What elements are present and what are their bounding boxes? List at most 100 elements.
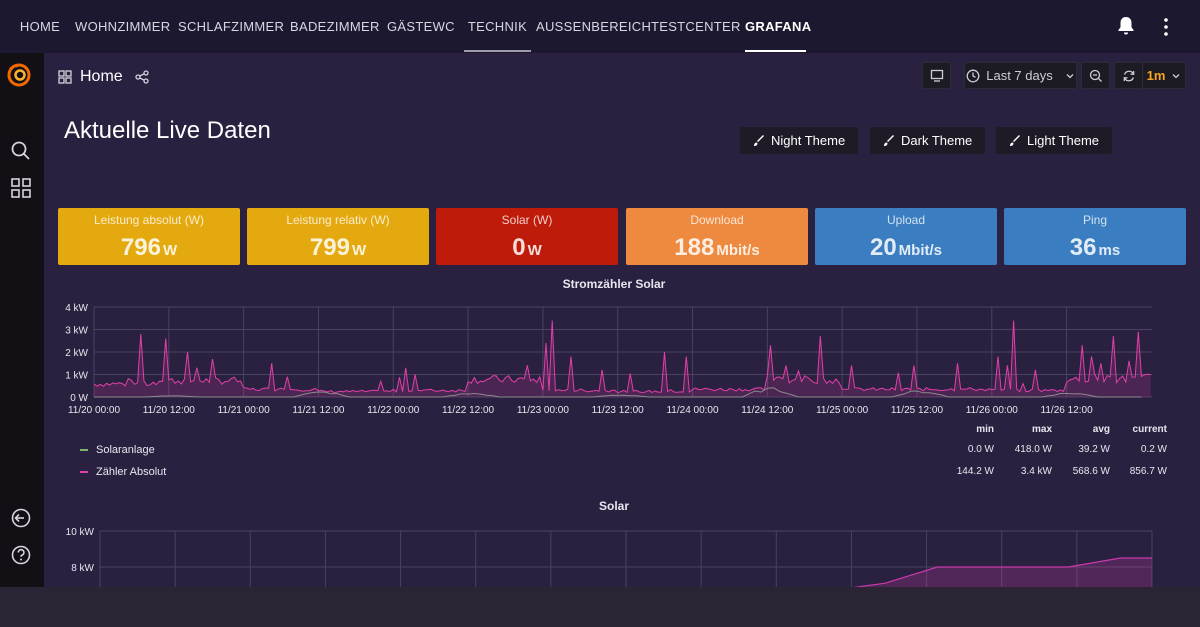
- nav-tab-home[interactable]: HOME: [19, 0, 61, 53]
- legend-series-name: Solaranlage: [96, 444, 155, 456]
- dashboards-icon[interactable]: [10, 177, 32, 199]
- nav-tab-label: WOHNZIMMER: [75, 19, 171, 34]
- x-tick-label: 11/22 00:00: [367, 405, 420, 416]
- nav-tab-label: SCHLAFZIMMER: [178, 19, 285, 34]
- night-theme-button[interactable]: Night Theme: [740, 127, 859, 154]
- x-tick-label: 11/24 00:00: [666, 405, 719, 416]
- page-title: Aktuelle Live Daten: [64, 117, 271, 144]
- stat-label: Solar (W): [501, 213, 553, 227]
- bell-icon[interactable]: [1117, 16, 1135, 36]
- refresh-button[interactable]: [1114, 62, 1142, 89]
- light-theme-button[interactable]: Light Theme: [996, 127, 1113, 154]
- tab-underline: [464, 50, 531, 52]
- stat-panel[interactable]: Upload 20 Mbit/s: [815, 208, 997, 265]
- refresh-interval-picker[interactable]: 1m: [1142, 62, 1186, 89]
- stat-number: 188: [674, 234, 715, 261]
- nav-tab-schlafzimmer[interactable]: SCHLAFZIMMER: [178, 0, 284, 53]
- stat-unit: ms: [1098, 242, 1121, 259]
- brush-icon: [754, 134, 764, 146]
- y-tick-label: 8 kW: [71, 563, 94, 574]
- y-tick-label: 0 W: [70, 393, 88, 404]
- y-tick-label: 2 kW: [65, 348, 88, 359]
- clock-icon: [966, 69, 980, 82]
- stat-unit: W: [527, 242, 542, 259]
- nav-tab-wohnzimmer[interactable]: WOHNZIMMER: [75, 0, 170, 53]
- kebab-menu-icon[interactable]: [1160, 17, 1172, 37]
- x-tick-label: 11/23 12:00: [592, 405, 645, 416]
- nav-tab-grafana[interactable]: GRAFANA: [745, 0, 811, 53]
- legend-swatch: [80, 471, 88, 473]
- stat-value: 20 Mbit/s: [815, 234, 997, 262]
- stat-number: 36: [1069, 234, 1097, 261]
- time-range-label: Last 7 days: [986, 68, 1053, 83]
- x-tick-label: 11/21 00:00: [218, 405, 271, 416]
- solar-chart[interactable]: 10 kW 8 kW: [44, 515, 1200, 587]
- tv-mode-button[interactable]: [922, 62, 951, 89]
- nav-tab-badezimmer[interactable]: BADEZIMMER: [290, 0, 379, 53]
- stat-label: Upload: [886, 213, 926, 227]
- nav-tab-label: GRAFANA: [745, 19, 812, 34]
- x-tick-label: 11/25 00:00: [816, 405, 869, 416]
- breadcrumb: Home: [58, 67, 149, 87]
- x-tick-label: 11/24 12:00: [741, 405, 794, 416]
- stat-number: 20: [869, 234, 897, 261]
- zoom-out-button[interactable]: [1081, 62, 1110, 89]
- help-icon[interactable]: [10, 544, 32, 566]
- legend-item[interactable]: Solaranlage: [80, 443, 155, 457]
- search-icon[interactable]: [10, 140, 32, 162]
- refresh-icon: [1123, 70, 1134, 81]
- chart-title-stromzaehler: Stromzähler Solar: [562, 277, 666, 291]
- stromzaehler-chart[interactable]: 4 kW 3 kW 2 kW 1 kW 0 W11/20 00:00 11/20 12:0…: [44, 297, 1200, 425]
- nav-tab-technik[interactable]: TECHNIK: [464, 0, 531, 53]
- stat-panel[interactable]: Download 188 Mbit/s: [626, 208, 808, 265]
- stat-number: 0: [512, 234, 526, 261]
- y-tick-label: 10 kW: [66, 527, 95, 538]
- stat-panel[interactable]: Leistung absolut (W) 796 W: [58, 208, 240, 265]
- legend-value-current: 856.7 W: [1129, 466, 1167, 477]
- nav-tab-aussenbereich[interactable]: AUSSENBEREICH: [536, 0, 651, 53]
- chart-title-solar: Solar: [598, 499, 629, 513]
- nav-tab-label: HOME: [19, 19, 61, 34]
- dashboard-name[interactable]: Home: [80, 68, 123, 86]
- stat-value: 799 W: [247, 234, 429, 262]
- legend-column-current[interactable]: current: [1097, 424, 1167, 435]
- stat-value: 796 W: [58, 234, 240, 262]
- brush-icon: [884, 134, 894, 146]
- stat-value: 188 Mbit/s: [626, 234, 808, 262]
- brush-icon: [1010, 134, 1020, 146]
- sign-out-icon[interactable]: [10, 507, 32, 529]
- nav-tab-testcenter[interactable]: TESTCENTER: [651, 0, 740, 53]
- legend-series-name: Zähler Absolut: [96, 466, 167, 478]
- nav-tab-label: AUSSENBEREICH: [536, 19, 652, 34]
- stat-panel[interactable]: Ping 36 ms: [1004, 208, 1186, 265]
- sidebar: [0, 53, 44, 587]
- x-tick-label: 11/26 12:00: [1041, 405, 1094, 416]
- dark-theme-label: Dark Theme: [901, 133, 973, 148]
- legend-item[interactable]: Zähler Absolut: [80, 465, 166, 479]
- y-tick-label: 1 kW: [65, 371, 88, 382]
- y-tick-label: 3 kW: [65, 326, 88, 337]
- legend-swatch: [80, 449, 88, 451]
- nav-tab-label: TESTCENTER: [651, 19, 741, 34]
- stat-panel[interactable]: Solar (W) 0 W: [436, 208, 618, 265]
- grafana-logo-icon[interactable]: [7, 63, 31, 87]
- monitor-icon: [930, 69, 943, 82]
- chevron-down-icon: [1066, 73, 1074, 78]
- x-tick-label: 11/22 12:00: [442, 405, 495, 416]
- stat-panel[interactable]: Leistung relativ (W) 799 W: [247, 208, 429, 265]
- dashboard-grid-icon: [58, 70, 72, 84]
- y-tick-label: 4 kW: [65, 303, 88, 314]
- top-navigation: HOME WOHNZIMMER SCHLAFZIMMER BADEZIMMER GÄST…: [0, 0, 1200, 53]
- stat-number: 799: [309, 234, 350, 261]
- stat-value: 36 ms: [1004, 234, 1186, 262]
- x-tick-label: 11/21 12:00: [292, 405, 345, 416]
- nav-tab-label: GÄSTEWC: [387, 19, 455, 34]
- time-range-picker[interactable]: Last 7 days: [964, 62, 1077, 89]
- nav-tab-gästewc[interactable]: GÄSTEWC: [387, 0, 455, 53]
- stat-value: 0W: [436, 234, 618, 262]
- dark-theme-button[interactable]: Dark Theme: [870, 127, 986, 154]
- nav-tab-label: TECHNIK: [467, 19, 528, 34]
- share-icon[interactable]: [135, 70, 149, 84]
- refresh-interval-label: 1m: [1146, 68, 1166, 83]
- stat-number: 796: [120, 234, 161, 261]
